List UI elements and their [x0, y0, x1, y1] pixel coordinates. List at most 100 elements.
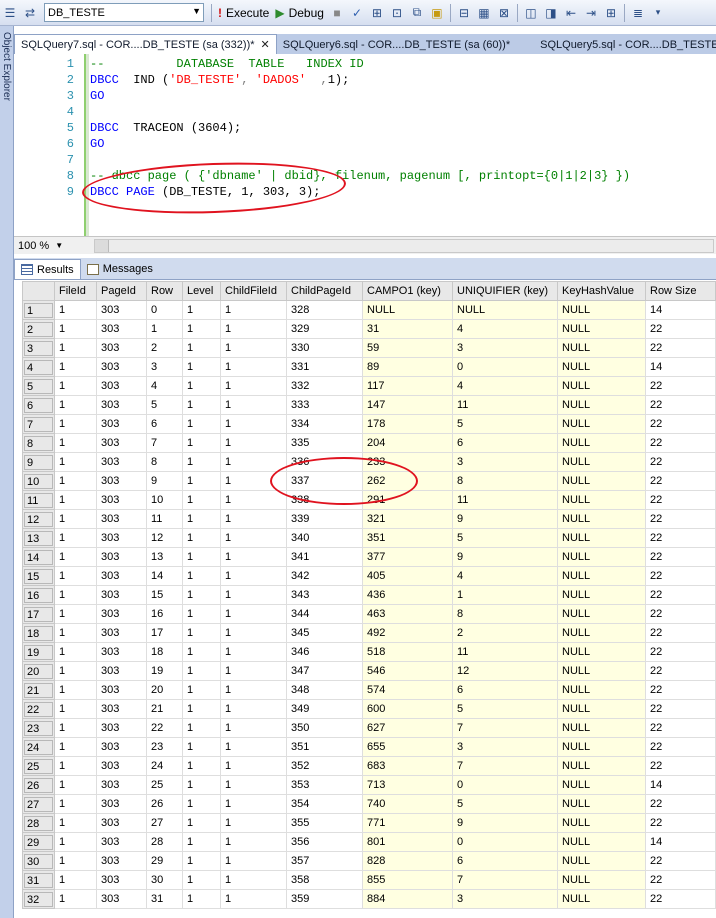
scroll-left-icon[interactable]	[95, 240, 109, 252]
row-number-header[interactable]	[22, 281, 55, 301]
zoom-select[interactable]: 100 % ▼	[14, 240, 63, 252]
table-cell[interactable]: 1	[54, 433, 97, 453]
row-number[interactable]: 24	[22, 737, 55, 757]
table-cell[interactable]: 9	[146, 471, 183, 491]
tab-results[interactable]: Results	[14, 259, 81, 279]
table-cell[interactable]: 19	[146, 661, 183, 681]
row-number[interactable]: 14	[22, 547, 55, 567]
table-row[interactable]: 5 1 303 4 1 1 332 117 4 NULL 22	[22, 376, 716, 396]
table-cell[interactable]: 683	[362, 756, 453, 776]
table-cell[interactable]: 339	[286, 509, 363, 529]
column-header[interactable]: Row Size	[645, 281, 716, 301]
table-cell[interactable]: 740	[362, 794, 453, 814]
change-connection-icon[interactable]: ⇄	[21, 3, 39, 23]
table-cell[interactable]: 204	[362, 433, 453, 453]
table-cell[interactable]: 1	[220, 395, 287, 415]
table-cell[interactable]: 22	[645, 433, 716, 453]
table-cell[interactable]: 1	[182, 870, 221, 890]
table-cell[interactable]: 22	[645, 471, 716, 491]
table-cell[interactable]: 1	[220, 376, 287, 396]
table-row[interactable]: 2 1 303 1 1 1 329 31 4 NULL 22	[22, 319, 716, 339]
table-cell[interactable]: 1	[182, 547, 221, 567]
table-row[interactable]: 3 1 303 2 1 1 330 59 3 NULL 22	[22, 338, 716, 358]
table-cell[interactable]: 1	[182, 338, 221, 358]
table-cell[interactable]: 1	[220, 699, 287, 719]
table-cell[interactable]: 16	[146, 604, 183, 624]
table-cell[interactable]: 1	[54, 794, 97, 814]
table-cell[interactable]: 1	[220, 642, 287, 662]
column-header[interactable]: UNIQUIFIER (key)	[452, 281, 558, 301]
code-line[interactable]: -- DATABASE TABLE INDEX ID	[90, 57, 364, 71]
table-cell[interactable]: 27	[146, 813, 183, 833]
table-cell[interactable]: 13	[146, 547, 183, 567]
row-number[interactable]: 29	[22, 832, 55, 852]
stop-icon[interactable]: ■	[328, 3, 346, 23]
table-cell[interactable]: 25	[146, 775, 183, 795]
table-cell[interactable]: 1	[220, 338, 287, 358]
table-cell[interactable]: 341	[286, 547, 363, 567]
table-row[interactable]: 26 1 303 25 1 1 353 713 0 NULL 14	[22, 775, 716, 795]
table-cell[interactable]: 5	[452, 794, 558, 814]
table-cell[interactable]: 22	[645, 414, 716, 434]
code-line[interactable]: GO	[90, 89, 104, 103]
table-cell[interactable]: 1	[452, 585, 558, 605]
table-cell[interactable]: 1	[220, 528, 287, 548]
table-cell[interactable]: 303	[96, 414, 147, 434]
table-cell[interactable]: NULL	[557, 319, 646, 339]
table-cell[interactable]: 22	[645, 870, 716, 890]
table-cell[interactable]: 574	[362, 680, 453, 700]
table-cell[interactable]: 6	[146, 414, 183, 434]
table-cell[interactable]: NULL	[557, 357, 646, 377]
table-cell[interactable]: 1	[220, 357, 287, 377]
table-row[interactable]: 17 1 303 16 1 1 344 463 8 NULL 22	[22, 604, 716, 624]
table-cell[interactable]: 600	[362, 699, 453, 719]
table-row[interactable]: 29 1 303 28 1 1 356 801 0 NULL 14	[22, 832, 716, 852]
row-number[interactable]: 32	[22, 889, 55, 909]
table-cell[interactable]: 328	[286, 300, 363, 320]
table-cell[interactable]: 1	[54, 509, 97, 529]
row-number[interactable]: 17	[22, 604, 55, 624]
table-cell[interactable]: 1	[220, 623, 287, 643]
table-cell[interactable]: 303	[96, 718, 147, 738]
table-cell[interactable]: 303	[96, 490, 147, 510]
table-cell[interactable]: 7	[452, 756, 558, 776]
table-cell[interactable]: 1	[54, 642, 97, 662]
table-cell[interactable]: 3	[146, 357, 183, 377]
row-number[interactable]: 30	[22, 851, 55, 871]
table-cell[interactable]: 303	[96, 889, 147, 909]
table-cell[interactable]: 331	[286, 357, 363, 377]
table-cell[interactable]: NULL	[557, 775, 646, 795]
table-cell[interactable]: 22	[645, 376, 716, 396]
table-cell[interactable]: 1	[220, 832, 287, 852]
table-row[interactable]: 14 1 303 13 1 1 341 377 9 NULL 22	[22, 547, 716, 567]
table-cell[interactable]: 22	[645, 851, 716, 871]
table-cell[interactable]: 22	[146, 718, 183, 738]
table-cell[interactable]: 233	[362, 452, 453, 472]
table-cell[interactable]: 6	[452, 851, 558, 871]
table-cell[interactable]: 1	[54, 528, 97, 548]
table-cell[interactable]: 1	[220, 433, 287, 453]
table-row[interactable]: 15 1 303 14 1 1 342 405 4 NULL 22	[22, 566, 716, 586]
code-line[interactable]: DBCC PAGE (DB_TESTE, 1, 303, 3);	[90, 185, 320, 199]
table-cell[interactable]: 22	[645, 813, 716, 833]
column-header[interactable]: ChildPageId	[286, 281, 363, 301]
tab-sqlquery7[interactable]: SQLQuery7.sql - COR....DB_TESTE (sa (332…	[14, 34, 277, 54]
table-cell[interactable]: 1	[182, 718, 221, 738]
table-cell[interactable]: 6	[452, 433, 558, 453]
results-to-grid-icon[interactable]: ▦	[475, 3, 493, 23]
table-cell[interactable]: 546	[362, 661, 453, 681]
table-cell[interactable]: 405	[362, 566, 453, 586]
table-cell[interactable]: 303	[96, 699, 147, 719]
table-cell[interactable]: 5	[146, 395, 183, 415]
column-header[interactable]: FileId	[54, 281, 97, 301]
table-cell[interactable]: 1	[220, 490, 287, 510]
table-cell[interactable]: 4	[452, 566, 558, 586]
column-header[interactable]: KeyHashValue	[557, 281, 646, 301]
table-cell[interactable]: NULL	[557, 889, 646, 909]
table-cell[interactable]: 30	[146, 870, 183, 890]
table-cell[interactable]: 332	[286, 376, 363, 396]
table-cell[interactable]: 1	[182, 661, 221, 681]
table-cell[interactable]: 0	[452, 775, 558, 795]
table-row[interactable]: 20 1 303 19 1 1 347 546 12 NULL 22	[22, 661, 716, 681]
table-cell[interactable]: 8	[452, 471, 558, 491]
